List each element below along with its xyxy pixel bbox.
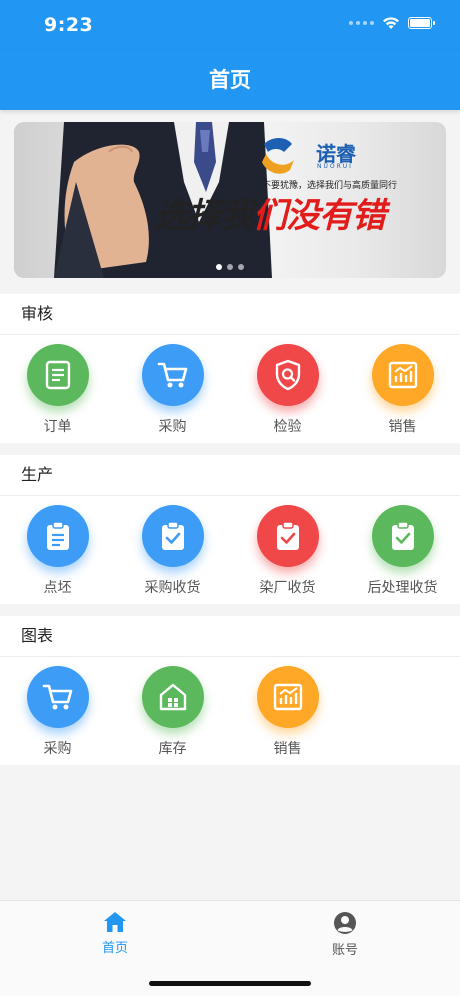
grid-item-inspection[interactable]: 检验 bbox=[230, 335, 345, 443]
nav-bar: 首页 bbox=[0, 50, 460, 110]
user-icon bbox=[334, 912, 356, 934]
home-indicator bbox=[149, 981, 311, 986]
status-bar: 9:23 bbox=[0, 0, 460, 50]
section-title: 生产 bbox=[0, 455, 460, 496]
grid-item-label: 销售 bbox=[273, 741, 302, 757]
tab-account-label: 账号 bbox=[331, 943, 358, 958]
grid-item-label: 订单 bbox=[43, 419, 72, 435]
grid-item-label: 采购 bbox=[43, 741, 72, 757]
clipboard-check-icon bbox=[141, 505, 204, 567]
grid-item-sales-chart[interactable]: 销售 bbox=[230, 657, 345, 765]
signal-icon bbox=[349, 21, 374, 25]
tab-account[interactable]: 账号 bbox=[230, 911, 460, 958]
clipboard-list-icon bbox=[26, 505, 89, 567]
grid-item-label: 采购 bbox=[158, 419, 187, 435]
battery-icon bbox=[408, 17, 435, 29]
banner-slogan: 选择我们没有错 bbox=[154, 188, 386, 237]
grid-item-purchase-receipt[interactable]: 采购收货 bbox=[115, 496, 230, 604]
wifi-icon bbox=[383, 17, 399, 29]
grid-item-label: 销售 bbox=[388, 419, 417, 435]
cart-icon bbox=[26, 666, 89, 728]
carousel-dot[interactable] bbox=[238, 264, 244, 270]
chart-icon bbox=[256, 666, 319, 728]
grid-item-label: 采购收货 bbox=[144, 580, 201, 596]
home-icon bbox=[104, 912, 126, 932]
carousel-indicator bbox=[14, 264, 446, 270]
clipboard-check-icon bbox=[371, 505, 434, 567]
carousel-dot[interactable] bbox=[227, 264, 233, 270]
section-title: 审核 bbox=[0, 294, 460, 335]
grid-item-inventory-chart[interactable]: 库存 bbox=[115, 657, 230, 765]
section-title: 图表 bbox=[0, 616, 460, 657]
clipboard-check-icon bbox=[256, 505, 319, 567]
status-time: 9:23 bbox=[44, 14, 94, 36]
grid-item-spot-blank[interactable]: 点坯 bbox=[0, 496, 115, 604]
banner-carousel[interactable]: 诺睿 NUORUI 不要犹豫，选择我们与高质量同行 选择我们没有错 bbox=[14, 122, 446, 278]
grid-item-order[interactable]: 订单 bbox=[0, 335, 115, 443]
section-production: 生产 点坯 采购收货 染厂收货 后处理收货 bbox=[0, 455, 460, 604]
grid-item-purchase-chart[interactable]: 采购 bbox=[0, 657, 115, 765]
page-title: 首页 bbox=[209, 68, 251, 92]
banner-logo-subtitle: NUORUI bbox=[317, 163, 353, 170]
grid-item-post-process-receipt[interactable]: 后处理收货 bbox=[345, 496, 460, 604]
warehouse-icon bbox=[141, 666, 204, 728]
grid-item-label: 检验 bbox=[273, 419, 302, 435]
grid-item-dyehouse-receipt[interactable]: 染厂收货 bbox=[230, 496, 345, 604]
grid-item-label: 库存 bbox=[158, 741, 187, 757]
cart-icon bbox=[141, 344, 204, 406]
grid-item-sales[interactable]: 销售 bbox=[345, 335, 460, 443]
shield-search-icon bbox=[256, 344, 319, 406]
grid-item-purchase[interactable]: 采购 bbox=[115, 335, 230, 443]
section-review: 审核 订单 采购 检验 销售 bbox=[0, 294, 460, 443]
banner-slogan-part1: 选择我 bbox=[154, 196, 254, 236]
function-grid: 订单 采购 检验 销售 bbox=[0, 335, 460, 443]
function-grid: 点坯 采购收货 染厂收货 后处理收货 bbox=[0, 496, 460, 604]
function-grid: 采购 库存 销售 bbox=[0, 657, 460, 765]
tab-home-label: 首页 bbox=[101, 941, 128, 956]
grid-item-label: 染厂收货 bbox=[259, 580, 316, 596]
document-icon bbox=[26, 344, 89, 406]
section-charts: 图表 采购 库存 销售 bbox=[0, 616, 460, 765]
status-indicators bbox=[349, 16, 435, 30]
grid-item-label: 点坯 bbox=[43, 580, 72, 596]
tab-home[interactable]: 首页 bbox=[0, 911, 230, 956]
chart-icon bbox=[371, 344, 434, 406]
banner-slogan-part2: 们没有错 bbox=[253, 196, 386, 236]
carousel-dot[interactable] bbox=[216, 264, 222, 270]
grid-item-label: 后处理收货 bbox=[367, 580, 438, 596]
